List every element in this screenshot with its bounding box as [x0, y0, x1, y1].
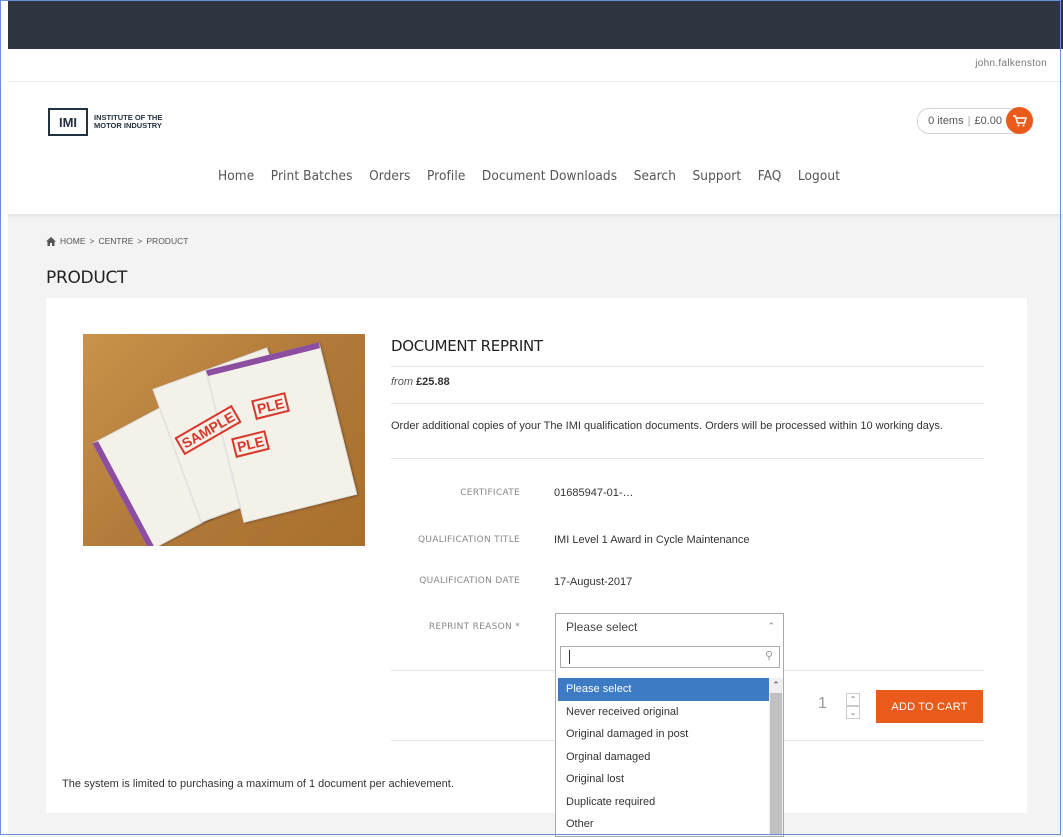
window-frame	[0, 0, 1061, 835]
